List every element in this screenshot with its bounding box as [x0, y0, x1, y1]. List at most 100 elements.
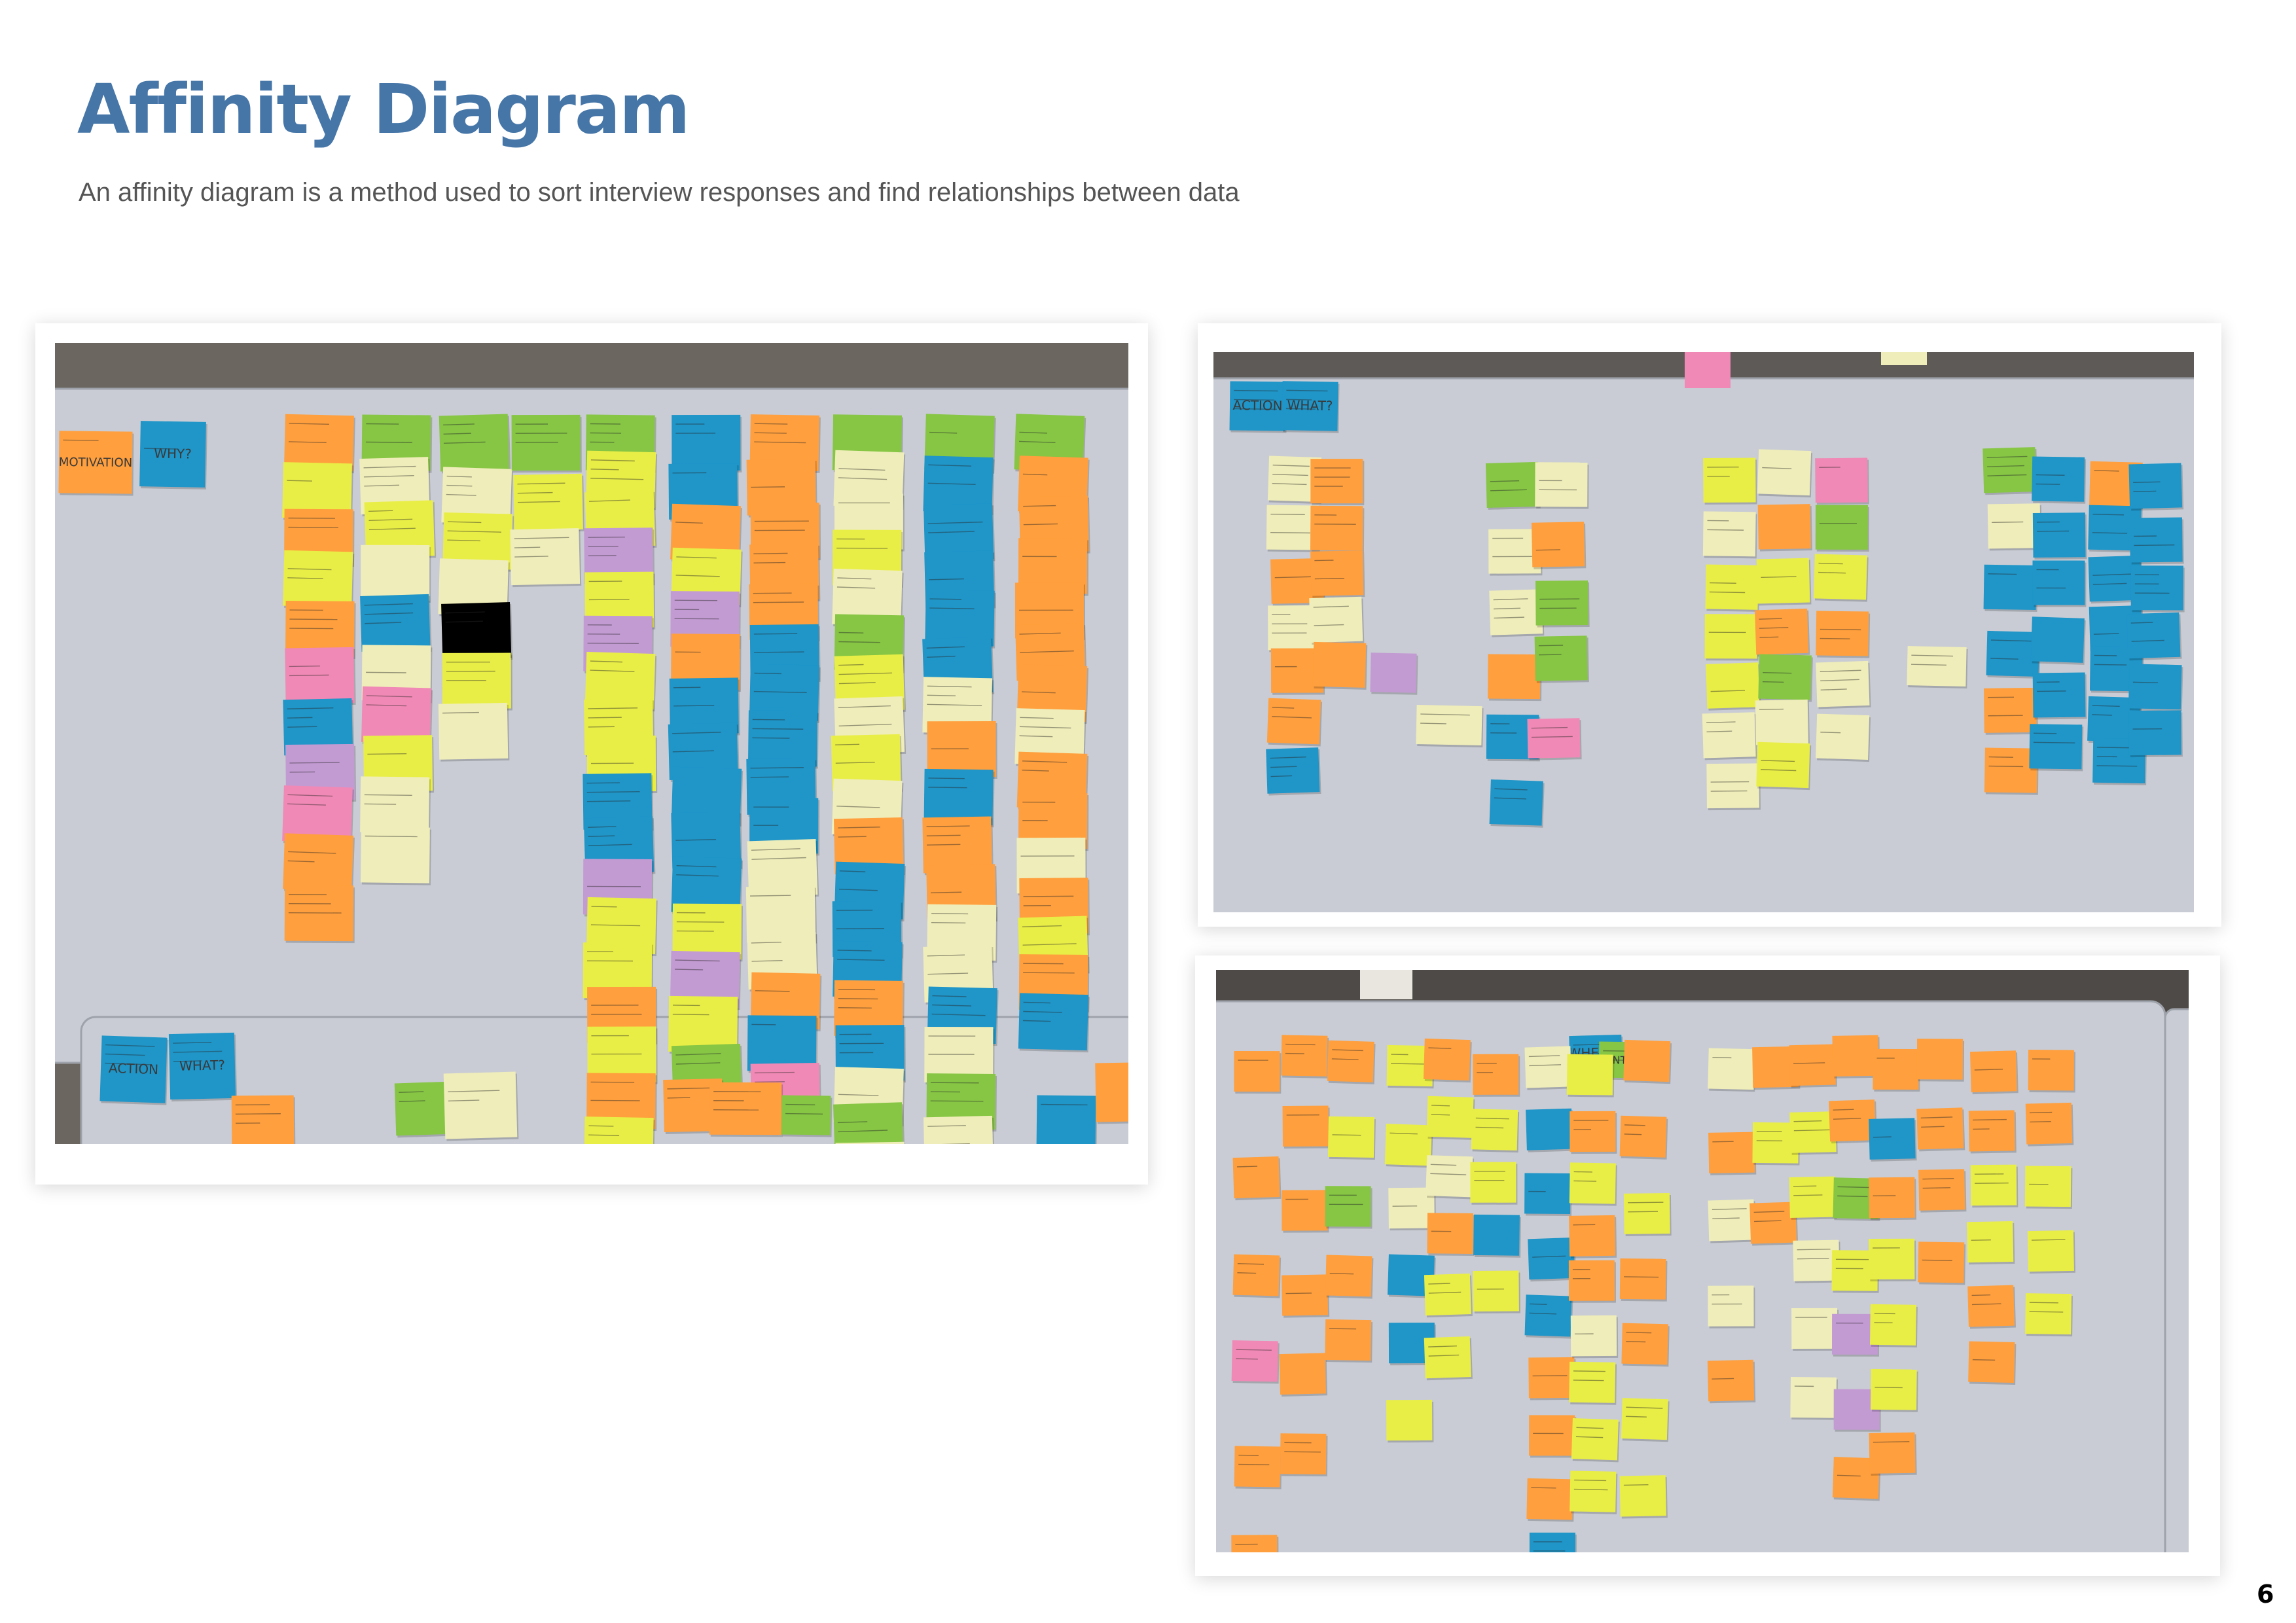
sticky-note [2028, 1050, 2076, 1093]
sticky-note [709, 1082, 783, 1137]
svg-text:WHAT?: WHAT? [1287, 397, 1333, 414]
sticky-note [1704, 614, 1759, 661]
sticky-note [1619, 1115, 1668, 1160]
sticky-note [1969, 1050, 2018, 1095]
svg-text:ACTION: ACTION [1232, 397, 1282, 414]
sticky-note [2029, 724, 2084, 772]
sticky-note [1702, 511, 1757, 559]
sticky-note [511, 414, 582, 473]
sticky-note [1569, 1361, 1617, 1405]
sticky-note [1488, 654, 1542, 702]
sticky-note [1708, 1048, 1756, 1092]
sticky-note [1623, 1039, 1672, 1084]
sticky-note [441, 602, 513, 662]
sticky-note [1755, 699, 1810, 747]
sticky-note [1266, 698, 1323, 747]
sticky-note [1569, 1215, 1617, 1258]
page-number: 6 [2257, 1580, 2274, 1609]
sticky-note [1702, 712, 1757, 760]
affinity-photo-2: ACTION WHAT? [1213, 352, 2194, 912]
sticky-note [1528, 1357, 1576, 1400]
sticky-note [1705, 564, 1760, 612]
sticky-note [1384, 1124, 1433, 1168]
sticky-note [1426, 1155, 1475, 1200]
sticky-note [1470, 1162, 1518, 1205]
sticky-note [1907, 646, 1968, 688]
sticky-note [1282, 1190, 1329, 1233]
sticky-note [1282, 1274, 1330, 1318]
sticky-note [1426, 1096, 1475, 1140]
photo-card-1: MOTIVATION WHY? ACTION WHAT? [35, 323, 1148, 1185]
sticky-note [1526, 1108, 1574, 1152]
sticky-note [1310, 459, 1365, 506]
sticky-note [1871, 1368, 1918, 1412]
sticky-note [283, 550, 355, 610]
sticky-note [231, 1095, 296, 1144]
sticky-note [1310, 505, 1365, 553]
sticky-note [2025, 1102, 2074, 1147]
sticky-note [1870, 1304, 1918, 1347]
sticky-note [2128, 664, 2183, 712]
sticky-note [361, 544, 431, 603]
sticky-note [1310, 550, 1365, 598]
sticky-note [1279, 1353, 1328, 1397]
note-motivation: MOTIVATION [58, 431, 134, 496]
sticky-note [2128, 710, 2183, 758]
sticky-note [1327, 1116, 1376, 1160]
sticky-note [1815, 505, 1869, 552]
photo-action-board: ACTION WHAT? [1213, 352, 2194, 912]
sticky-note [360, 594, 432, 654]
sticky-note [1571, 1418, 1620, 1463]
sticky-note [1869, 1177, 1916, 1221]
sticky-note [1756, 558, 1812, 606]
sticky-note [1968, 1341, 2017, 1385]
sticky-note [1873, 1048, 1920, 1092]
sticky-note [1706, 763, 1761, 811]
sticky-note [1566, 1054, 1615, 1097]
sticky-note [1524, 1046, 1573, 1090]
sticky-note [1881, 352, 1927, 365]
sticky-note [1526, 1478, 1575, 1522]
sticky-note [1918, 1241, 1966, 1285]
sticky-note [781, 1095, 833, 1137]
sticky-note [1970, 1164, 2018, 1208]
sticky-note [1707, 1359, 1756, 1404]
sticky-note [438, 702, 510, 762]
sticky-note [1621, 1323, 1670, 1367]
sticky-note [2030, 616, 2086, 665]
sticky-note [1327, 1040, 1376, 1084]
sticky-note [1869, 1118, 1917, 1162]
sticky-note [1535, 580, 1590, 628]
sticky-note [360, 827, 431, 885]
sticky-note [1234, 1446, 1282, 1489]
sticky-note [1532, 522, 1587, 569]
sticky-note [1757, 504, 1812, 552]
sticky-note [443, 1071, 519, 1141]
sticky-note [1791, 1308, 1839, 1351]
note-what: WHAT? [168, 1032, 238, 1102]
sticky-note [1232, 1254, 1282, 1298]
sticky-note [1708, 1132, 1757, 1175]
sticky-note [923, 1115, 995, 1144]
sticky-note [1231, 1340, 1280, 1384]
sticky-note [1685, 352, 1731, 388]
sticky-note [1232, 1156, 1282, 1201]
sticky-note [1325, 1186, 1372, 1229]
sticky-note [1789, 1044, 1837, 1088]
sticky-note [1424, 1274, 1473, 1318]
sticky-note [1789, 1176, 1837, 1220]
sticky-note [1309, 596, 1365, 645]
sticky-note [1386, 1399, 1434, 1443]
sticky-note [2129, 517, 2184, 565]
sticky-note [1569, 1162, 1617, 1206]
sticky-note [439, 414, 511, 474]
sticky-note [2126, 612, 2182, 661]
sticky-note [1918, 1169, 1967, 1213]
affinity-photo-3: WHERE?CONTEXT [1216, 970, 2189, 1552]
sticky-note [1967, 1285, 2017, 1329]
sticky-note [1869, 1238, 1916, 1282]
sticky-note [1756, 741, 1812, 791]
sticky-note [1529, 1532, 1577, 1552]
sticky-note [584, 1116, 655, 1144]
sticky-note [1758, 654, 1813, 702]
